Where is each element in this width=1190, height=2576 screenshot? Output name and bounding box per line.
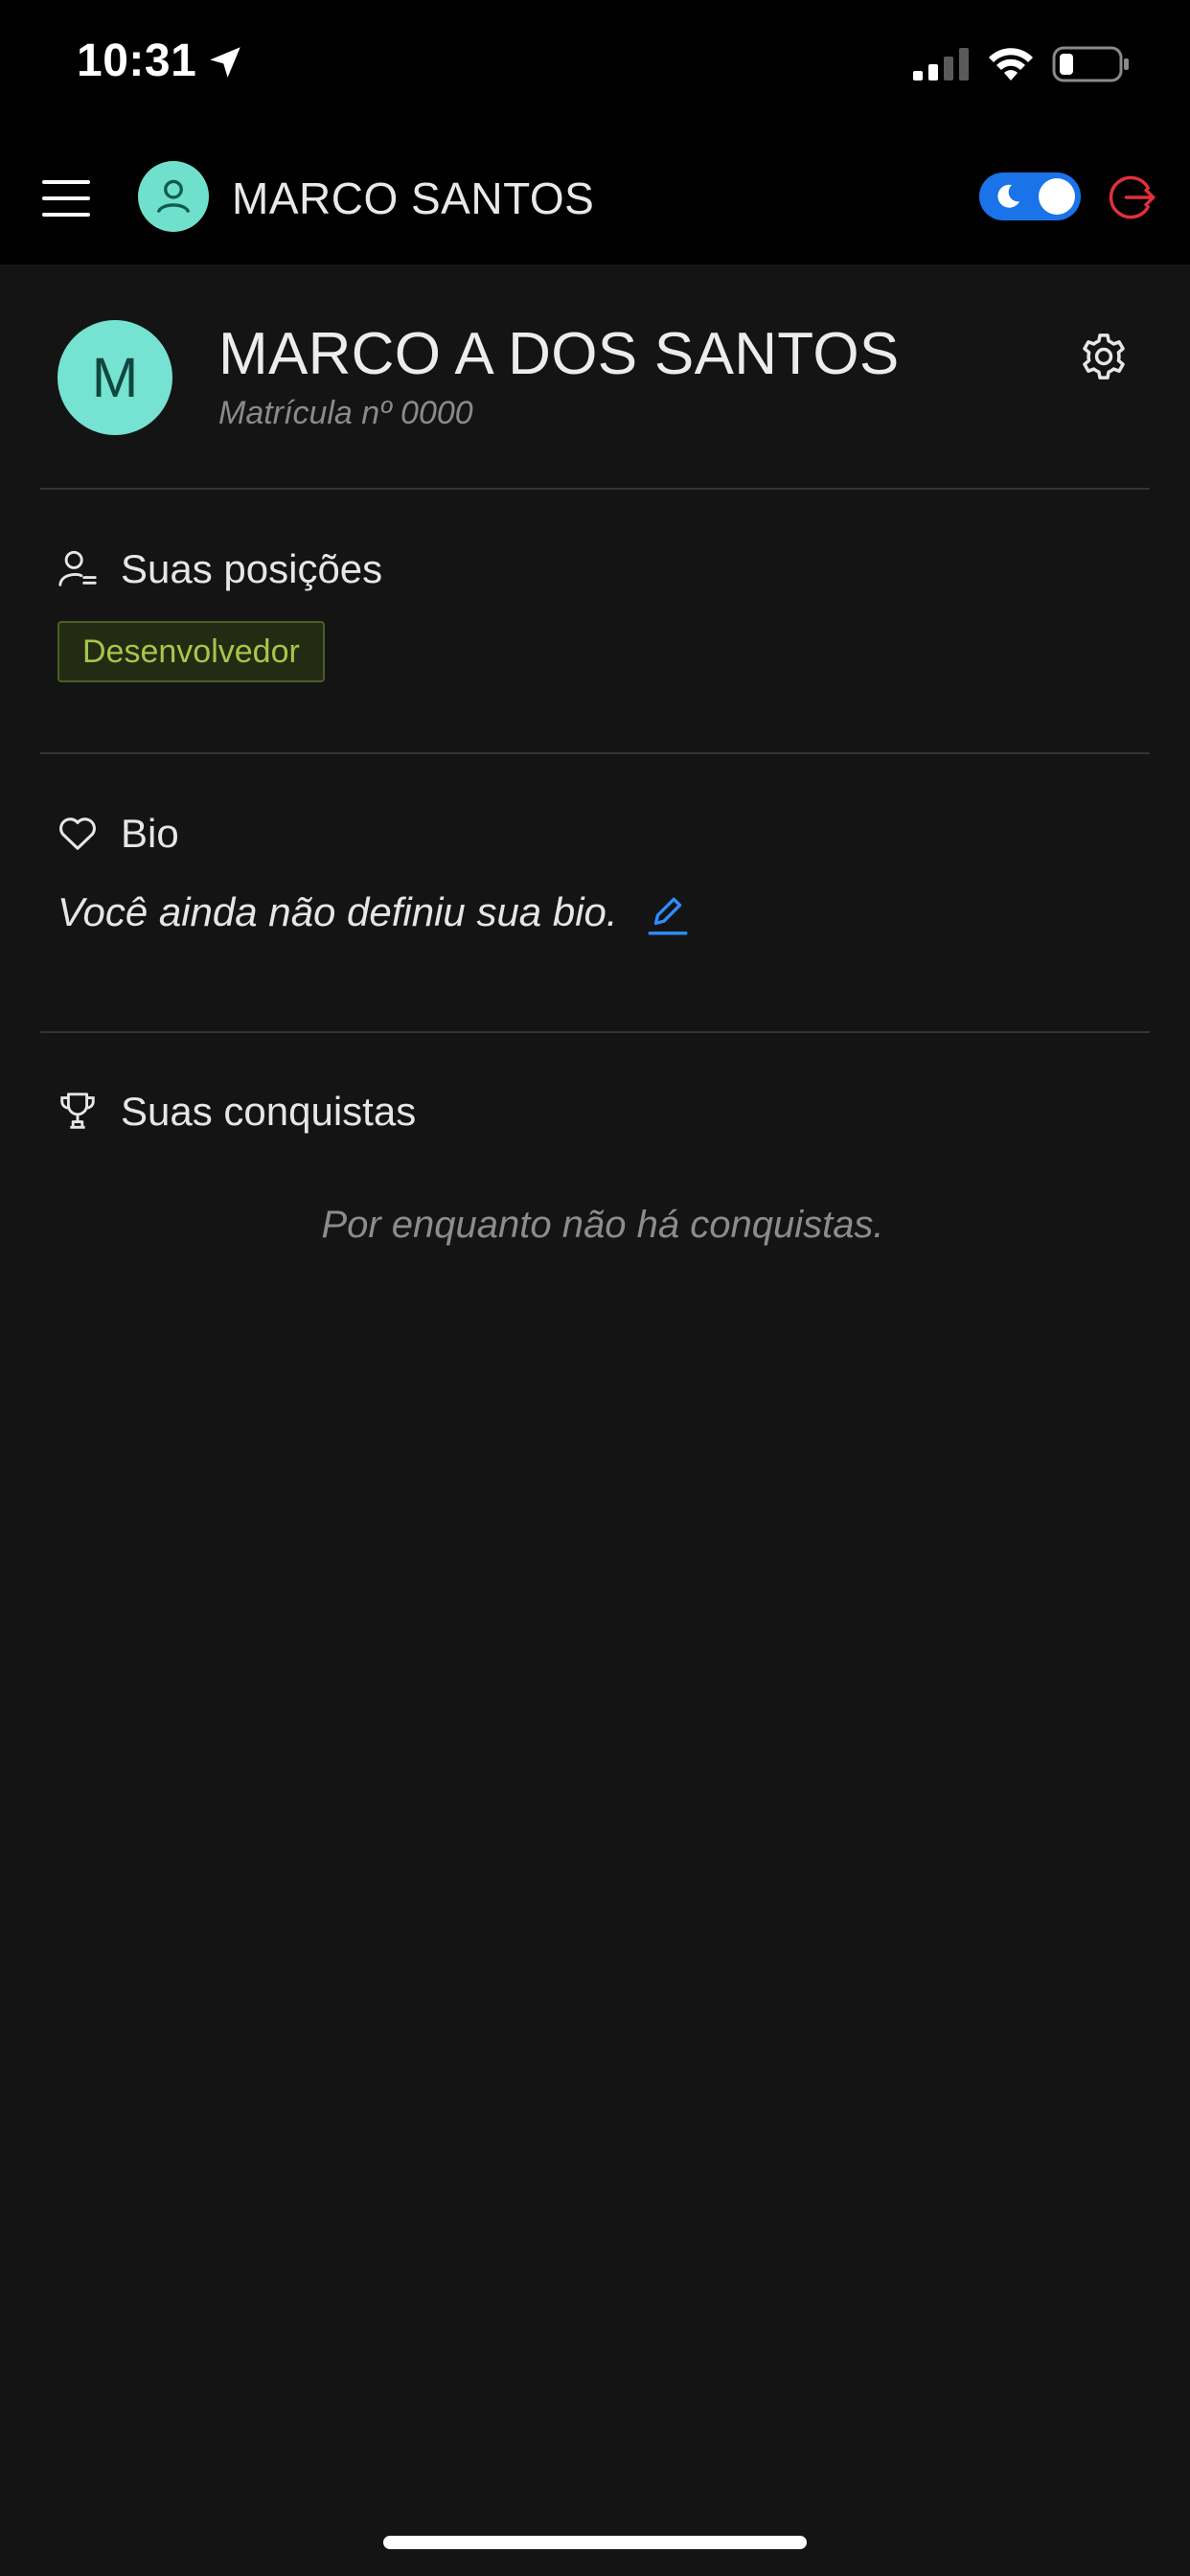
wifi-icon	[989, 48, 1033, 80]
logout-icon[interactable]	[1108, 172, 1157, 222]
profile-matricula: Matrícula nº 0000	[218, 395, 473, 431]
bio-text: Você ainda não definiu sua bio.	[57, 889, 618, 934]
profile-page: 10:31 MARCO SANTOS M MARCO A DOS SANTOS …	[0, 0, 1190, 2576]
user-icon	[156, 179, 191, 214]
divider	[40, 752, 1150, 754]
profile-full-name: MARCO A DOS SANTOS	[218, 321, 900, 387]
home-indicator	[383, 2536, 807, 2549]
positions-title: Suas posições	[121, 546, 383, 591]
cellular-signal-icon	[913, 48, 969, 80]
app-header: MARCO SANTOS	[0, 132, 1190, 264]
bio-title: Bio	[121, 811, 179, 856]
header-user-name: MARCO SANTOS	[232, 173, 595, 223]
edit-pencil-icon[interactable]	[648, 893, 688, 937]
achievements-title: Suas conquistas	[121, 1089, 417, 1134]
position-tag: Desenvolvedor	[57, 621, 325, 682]
heart-icon	[59, 817, 96, 850]
trophy-icon	[60, 1092, 95, 1129]
achievements-empty-state: Por enquanto não há conquistas.	[0, 1204, 1190, 1247]
battery-icon	[1052, 46, 1129, 82]
gear-icon[interactable]	[1077, 330, 1131, 383]
achievements-empty-message: Por enquanto não há conquistas.	[321, 1204, 884, 1246]
location-arrow-icon	[210, 47, 240, 78]
header-avatar[interactable]	[138, 161, 209, 232]
status-bar: 10:31	[0, 0, 1190, 132]
hamburger-menu-icon[interactable]	[42, 174, 90, 222]
divider	[40, 488, 1150, 490]
theme-toggle[interactable]	[979, 172, 1081, 220]
divider	[40, 1031, 1150, 1033]
status-time: 10:31	[77, 35, 197, 86]
user-positions-icon	[58, 550, 97, 586]
profile-avatar: M	[57, 320, 172, 435]
profile-initial: M	[91, 346, 139, 409]
moon-icon	[997, 184, 1019, 208]
toggle-knob	[1039, 178, 1075, 215]
